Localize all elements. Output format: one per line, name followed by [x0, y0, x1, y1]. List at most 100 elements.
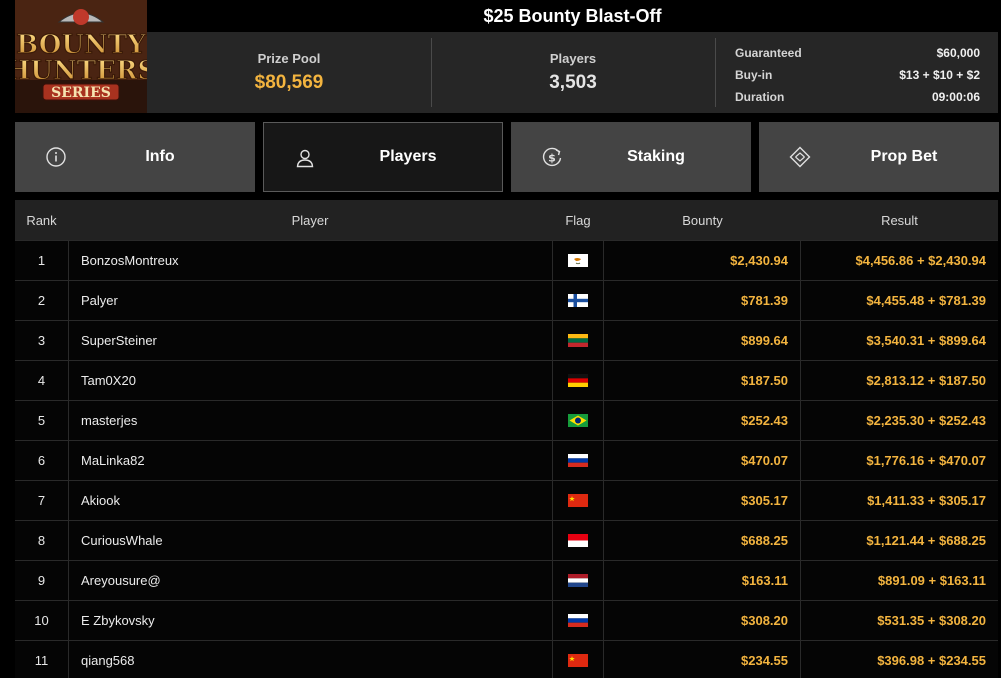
table-row[interactable]: 7 Akiook $305.17 $1,411.33 + $305.17	[15, 480, 998, 521]
player-name[interactable]: Akiook	[68, 480, 552, 521]
table-row[interactable]: 8 CuriousWhale $688.25 $1,121.44 + $688.25	[15, 520, 998, 561]
flag-cell	[552, 400, 604, 441]
rank-cell: 10	[34, 613, 49, 628]
table-row[interactable]: 11 qiang568 $234.55 $396.98 + $234.55	[15, 640, 998, 678]
duration-row: Duration 09:00:06	[735, 86, 980, 108]
player-name[interactable]: E Zbykovsky	[68, 600, 552, 641]
rank-cell: 9	[37, 573, 46, 588]
buy-in-value: $13 + $10 + $2	[899, 68, 980, 82]
table-row[interactable]: 1 BonzosMontreux $2,430.94 $4,456.86 + $2,4…	[15, 240, 998, 281]
bounty-hunters-logo: BOUNTY HUNTERS SERIES	[15, 0, 147, 113]
result-cell: $891.09 + $163.11	[877, 573, 986, 588]
bounty-cell: $470.07	[604, 440, 801, 481]
prize-pool-stat: Prize Pool $80,569	[147, 32, 431, 113]
bounty-cell: $187.50	[604, 360, 801, 401]
flag-cell	[552, 280, 604, 321]
bounty-cell: $308.20	[604, 600, 801, 641]
rank-cell: 2	[37, 293, 46, 308]
table-body: 1 BonzosMontreux $2,430.94 $4,456.86 + $2,4…	[15, 240, 998, 678]
player-name[interactable]: BonzosMontreux	[68, 240, 552, 281]
duration-value: 09:00:06	[931, 90, 980, 104]
guaranteed-row: Guaranteed $60,000	[735, 42, 980, 64]
bounty-cell: $305.17	[604, 480, 801, 521]
table-row[interactable]: 2 Palyer $781.39 $4,455.48 + $781.39	[15, 280, 998, 321]
rank-cell: 4	[37, 373, 46, 388]
player-name[interactable]: CuriousWhale	[68, 520, 552, 561]
flag-cell	[552, 640, 604, 678]
rank-cell: 7	[37, 493, 46, 508]
logo-line2: HUNTERS	[15, 56, 147, 86]
result-cell: $1,776.16 + $470.07	[866, 453, 986, 468]
rank-cell: 6	[37, 453, 46, 468]
header-player[interactable]: Player	[68, 213, 552, 228]
flag-cell	[552, 520, 604, 561]
table-row[interactable]: 10 E Zbykovsky $308.20 $531.35 + $308.20	[15, 600, 998, 641]
player-name[interactable]: SuperSteiner	[68, 320, 552, 361]
rank-cell: 11	[34, 653, 49, 668]
result-cell: $2,813.12 + $187.50	[866, 373, 986, 388]
prize-pool-label: Prize Pool	[257, 51, 321, 66]
russia-flag-icon	[568, 614, 588, 627]
finland-flag-icon	[568, 294, 588, 307]
players-label: Players	[549, 51, 597, 66]
rank-cell: 8	[37, 533, 46, 548]
result-cell: $1,411.33 + $305.17	[867, 493, 986, 508]
table-row[interactable]: 3 SuperSteiner $899.64 $3,540.31 + $899.64	[15, 320, 998, 361]
bounty-cell: $2,430.94	[604, 240, 801, 281]
flag-cell	[552, 480, 604, 521]
player-name[interactable]: Areyousure@	[68, 560, 552, 601]
tab-info[interactable]: Info	[15, 122, 255, 192]
tournament-details: Guaranteed $60,000 Buy-in $13 + $10 + $2…	[735, 42, 980, 108]
china-flag-icon	[568, 494, 588, 507]
header-rank[interactable]: Rank	[15, 213, 68, 228]
cyprus-flag-icon	[568, 254, 588, 267]
table-row[interactable]: 5 masterjes $252.43 $2,235.30 + $252.43	[15, 400, 998, 441]
player-name[interactable]: Tam0X20	[68, 360, 552, 401]
flag-cell	[552, 560, 604, 601]
prize-pool-value: $80,569	[254, 72, 324, 93]
tab-staking[interactable]: $ Staking	[511, 122, 751, 192]
tab-prop-bet[interactable]: Prop Bet	[759, 122, 999, 192]
buy-in-row: Buy-in $13 + $10 + $2	[735, 64, 980, 86]
duration-label: Duration	[735, 90, 785, 104]
player-name[interactable]: masterjes	[68, 400, 552, 441]
china-flag-icon	[568, 654, 588, 667]
players-value: 3,503	[549, 72, 597, 93]
result-cell: $396.98 + $234.55	[877, 653, 986, 668]
bounty-cell: $234.55	[604, 640, 801, 678]
russia-flag-icon	[568, 454, 588, 467]
result-cell: $4,455.48 + $781.39	[866, 293, 986, 308]
netherlands-flag-icon	[568, 574, 588, 587]
flag-cell	[552, 360, 604, 401]
bounty-cell: $688.25	[604, 520, 801, 561]
flag-cell	[552, 600, 604, 641]
result-cell: $4,456.86 + $2,430.94	[855, 253, 986, 268]
bounty-cell: $781.39	[604, 280, 801, 321]
player-name[interactable]: qiang568	[68, 640, 552, 678]
brazil-flag-icon	[568, 414, 588, 427]
buy-in-label: Buy-in	[735, 68, 773, 82]
header-flag[interactable]: Flag	[552, 213, 604, 228]
table-row[interactable]: 6 MaLinka82 $470.07 $1,776.16 + $470.07	[15, 440, 998, 481]
tab-players[interactable]: Players	[263, 122, 503, 192]
players-stat: Players 3,503	[431, 32, 715, 113]
header-bounty[interactable]: Bounty	[604, 213, 801, 228]
info-icon	[46, 147, 66, 167]
header-result[interactable]: Result	[801, 213, 998, 228]
table-row[interactable]: 4 Tam0X20 $187.50 $2,813.12 + $187.50	[15, 360, 998, 401]
logo-line3: SERIES	[51, 85, 111, 101]
stats-bar: Prize Pool $80,569 Players 3,503 Guarant…	[147, 32, 998, 113]
bounty-cell: $252.43	[604, 400, 801, 441]
lithuania-flag-icon	[568, 334, 588, 347]
result-cell: $2,235.30 + $252.43	[866, 413, 986, 428]
result-cell: $1,121.44 + $688.25	[866, 533, 986, 548]
player-name[interactable]: Palyer	[68, 280, 552, 321]
rank-cell: 5	[37, 413, 46, 428]
germany-flag-icon	[568, 374, 588, 387]
guaranteed-label: Guaranteed	[735, 46, 802, 60]
tournament-title: $25 Bounty Blast-Off	[483, 5, 662, 26]
player-name[interactable]: MaLinka82	[68, 440, 552, 481]
table-row[interactable]: 9 Areyousure@ $163.11 $891.09 + $163.11	[15, 560, 998, 601]
divider	[715, 38, 716, 107]
guaranteed-value: $60,000	[936, 46, 980, 60]
